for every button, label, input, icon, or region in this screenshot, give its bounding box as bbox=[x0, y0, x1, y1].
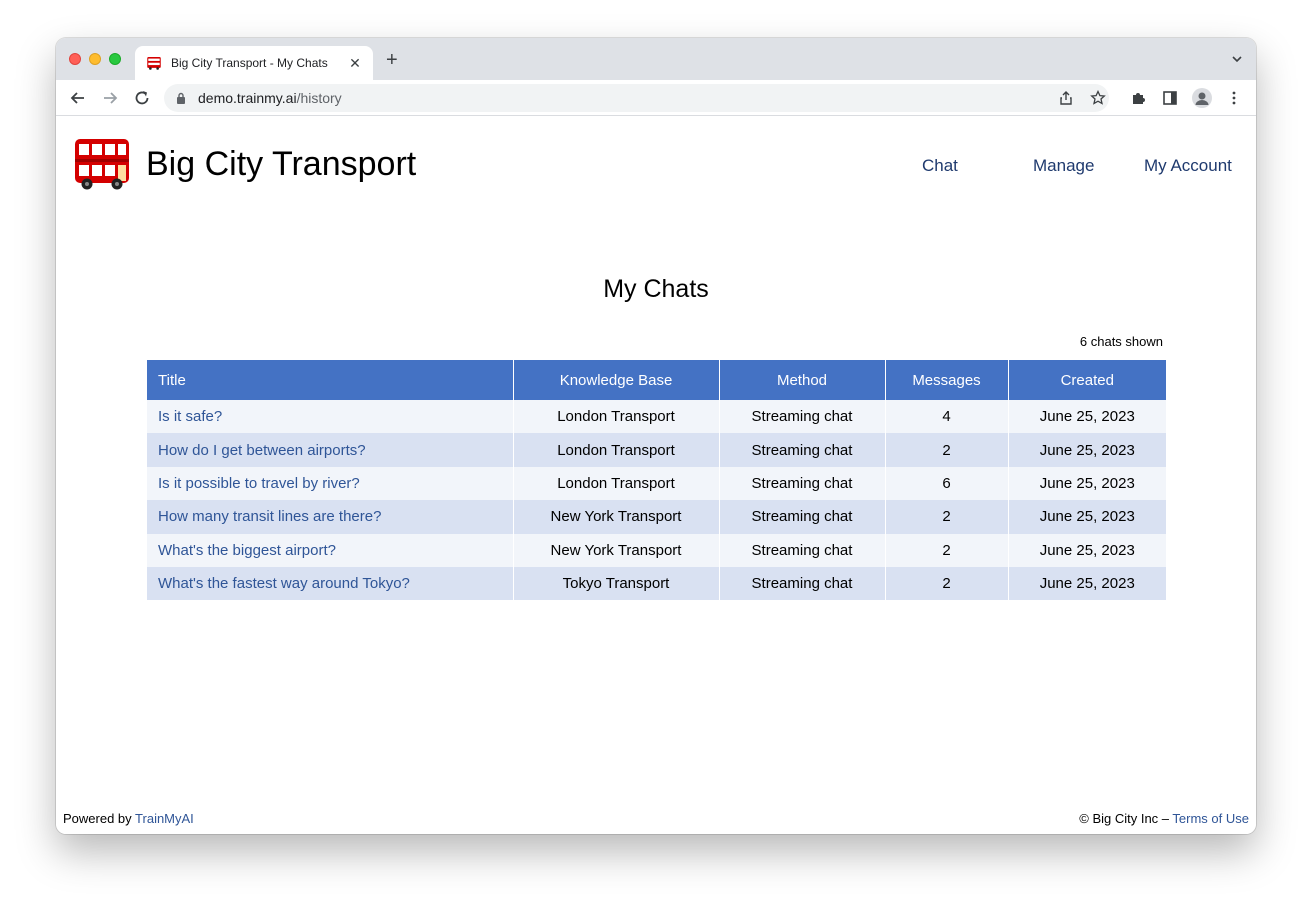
chat-title-link[interactable]: How do I get between airports? bbox=[158, 442, 366, 459]
title-cell: Is it possible to travel by river? bbox=[147, 466, 514, 501]
reload-icon[interactable] bbox=[132, 88, 152, 108]
tab-title: Big City Transport - My Chats bbox=[171, 56, 328, 70]
title-cell: What's the fastest way around Tokyo? bbox=[147, 566, 514, 601]
chat-count: 6 chats shown bbox=[1079, 334, 1163, 349]
method-cell: Streaming chat bbox=[719, 433, 886, 467]
more-menu-icon[interactable] bbox=[1226, 90, 1242, 106]
maximize-window-button[interactable] bbox=[109, 53, 121, 65]
browser-toolbar: demo.trainmy.ai/history bbox=[56, 80, 1256, 116]
side-panel-icon[interactable] bbox=[1162, 90, 1178, 106]
new-tab-icon[interactable]: + bbox=[386, 50, 398, 70]
extensions-icon[interactable] bbox=[1130, 90, 1146, 106]
bookmark-star-icon[interactable] bbox=[1090, 90, 1106, 106]
chat-title-link[interactable]: Is it safe? bbox=[158, 408, 222, 425]
table-row: Is it possible to travel by river? Londo… bbox=[147, 466, 1166, 501]
forward-arrow-icon[interactable] bbox=[100, 88, 120, 108]
column-header-knowledge-base: Knowledge Base bbox=[513, 360, 720, 400]
close-icon[interactable]: ✕ bbox=[347, 55, 363, 72]
knowledge-base-cell: London Transport bbox=[513, 400, 720, 434]
site-title: Big City Transport bbox=[146, 145, 417, 183]
nav-link-my-account[interactable]: My Account bbox=[1144, 156, 1232, 176]
messages-cell: 4 bbox=[885, 400, 1009, 434]
chat-title-link[interactable]: Is it possible to travel by river? bbox=[158, 475, 360, 492]
url-path: /history bbox=[296, 90, 342, 106]
page-content: Big City Transport Chat Manage My Accoun… bbox=[56, 117, 1256, 834]
table-header-row: Title Knowledge Base Method Messages Cre… bbox=[147, 360, 1166, 400]
profile-icon[interactable] bbox=[1192, 88, 1212, 108]
bus-logo-icon bbox=[75, 139, 129, 190]
nav-link-manage[interactable]: Manage bbox=[1033, 156, 1094, 176]
method-cell: Streaming chat bbox=[719, 400, 886, 434]
trainmyai-link[interactable]: TrainMyAI bbox=[135, 811, 194, 826]
method-cell: Streaming chat bbox=[719, 533, 886, 567]
chat-title-link[interactable]: How many transit lines are there? bbox=[158, 508, 381, 525]
column-header-method: Method bbox=[719, 360, 886, 400]
messages-cell: 2 bbox=[885, 433, 1009, 467]
messages-cell: 2 bbox=[885, 500, 1009, 534]
tab-menu-chevron-icon[interactable] bbox=[1232, 54, 1242, 64]
copyright-text: © Big City Inc – bbox=[1079, 811, 1170, 826]
chat-title-link[interactable]: What's the fastest way around Tokyo? bbox=[158, 575, 410, 592]
column-header-messages: Messages bbox=[885, 360, 1009, 400]
url-host: demo.trainmy.ai bbox=[198, 90, 297, 106]
chat-title-link[interactable]: What's the biggest airport? bbox=[158, 542, 336, 559]
knowledge-base-cell: London Transport bbox=[513, 466, 720, 501]
title-cell: Is it safe? bbox=[147, 400, 514, 434]
knowledge-base-cell: New York Transport bbox=[513, 533, 720, 567]
table-row: How many transit lines are there? New Yo… bbox=[147, 500, 1166, 534]
page-title: My Chats bbox=[603, 275, 709, 303]
table-row: What's the fastest way around Tokyo? Tok… bbox=[147, 566, 1166, 601]
browser-tab[interactable]: Big City Transport - My Chats ✕ bbox=[135, 46, 373, 80]
browser-window: Big City Transport - My Chats ✕ + demo.t… bbox=[56, 38, 1256, 834]
close-window-button[interactable] bbox=[69, 53, 81, 65]
created-cell: June 25, 2023 bbox=[1008, 400, 1166, 434]
method-cell: Streaming chat bbox=[719, 500, 886, 534]
method-cell: Streaming chat bbox=[719, 566, 886, 601]
address-bar[interactable]: demo.trainmy.ai/history bbox=[164, 84, 1109, 112]
messages-cell: 2 bbox=[885, 566, 1009, 601]
created-cell: June 25, 2023 bbox=[1008, 466, 1166, 501]
messages-cell: 2 bbox=[885, 533, 1009, 567]
column-header-title: Title bbox=[147, 360, 514, 400]
terms-of-use-link[interactable]: Terms of Use bbox=[1172, 811, 1249, 826]
created-cell: June 25, 2023 bbox=[1008, 566, 1166, 601]
back-arrow-icon[interactable] bbox=[68, 88, 88, 108]
created-cell: June 25, 2023 bbox=[1008, 433, 1166, 467]
powered-by-text: Powered by bbox=[63, 811, 132, 826]
table-row: Is it safe? London Transport Streaming c… bbox=[147, 400, 1166, 434]
share-icon[interactable] bbox=[1058, 90, 1074, 106]
title-cell: What's the biggest airport? bbox=[147, 533, 514, 567]
method-cell: Streaming chat bbox=[719, 466, 886, 501]
table-row: What's the biggest airport? New York Tra… bbox=[147, 533, 1166, 567]
tab-strip: Big City Transport - My Chats ✕ + bbox=[56, 38, 1256, 80]
table-row: How do I get between airports? London Tr… bbox=[147, 433, 1166, 467]
knowledge-base-cell: London Transport bbox=[513, 433, 720, 467]
footer-copyright: © Big City Inc – Terms of Use bbox=[1079, 811, 1249, 826]
minimize-window-button[interactable] bbox=[89, 53, 101, 65]
title-cell: How do I get between airports? bbox=[147, 433, 514, 467]
created-cell: June 25, 2023 bbox=[1008, 533, 1166, 567]
nav-link-chat[interactable]: Chat bbox=[922, 156, 958, 176]
bus-favicon-icon bbox=[147, 57, 161, 70]
title-cell: How many transit lines are there? bbox=[147, 500, 514, 534]
column-header-created: Created bbox=[1008, 360, 1166, 400]
created-cell: June 25, 2023 bbox=[1008, 500, 1166, 534]
footer-powered-by: Powered by TrainMyAI bbox=[63, 811, 194, 826]
knowledge-base-cell: Tokyo Transport bbox=[513, 566, 720, 601]
lock-icon bbox=[177, 92, 185, 104]
knowledge-base-cell: New York Transport bbox=[513, 500, 720, 534]
chats-table: Title Knowledge Base Method Messages Cre… bbox=[147, 360, 1166, 601]
messages-cell: 6 bbox=[885, 466, 1009, 501]
